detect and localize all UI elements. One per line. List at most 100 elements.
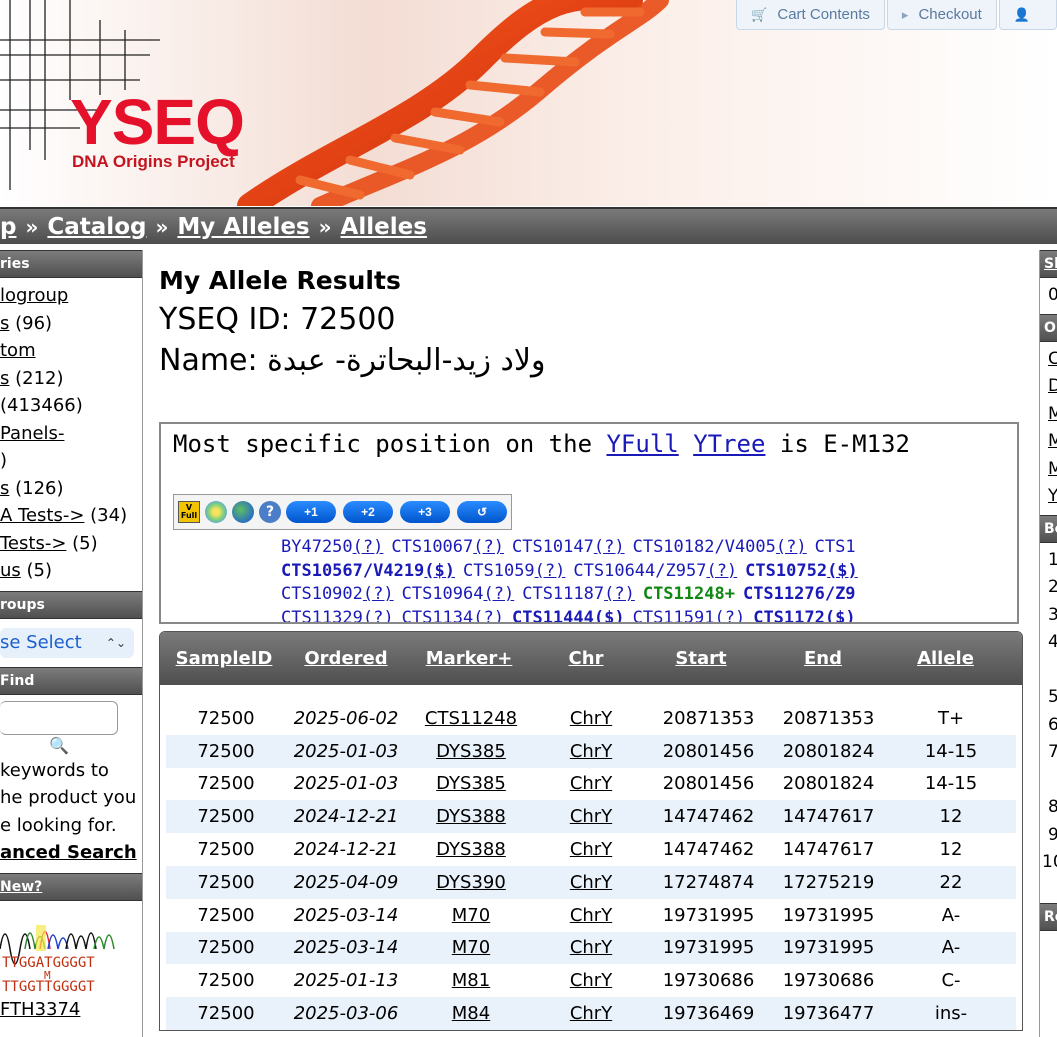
snp-marker[interactable]: CTS11276/Z9 xyxy=(743,584,856,604)
marker-link[interactable]: DYS385 xyxy=(436,773,506,794)
new-product-link[interactable]: FTH3374 xyxy=(0,999,142,1020)
right-list-link[interactable]: M xyxy=(1048,431,1057,451)
marker-cell[interactable]: DYS388 xyxy=(406,839,536,860)
chr-cell[interactable]: ChrY xyxy=(536,839,646,860)
reset-button[interactable]: ↺ xyxy=(457,501,507,523)
right-list-item[interactable]: C xyxy=(1048,346,1057,374)
snp-tag-link[interactable]: (?) xyxy=(473,608,504,623)
snp-marker[interactable]: CTS11591(?) xyxy=(633,608,746,623)
snp-marker[interactable]: CTS10964(?) xyxy=(402,584,515,604)
category-item[interactable]: Tests-> (5) xyxy=(0,530,142,558)
marker-cell[interactable]: DYS385 xyxy=(406,773,536,794)
sort-link[interactable]: Start xyxy=(675,648,726,669)
chr-cell[interactable]: ChrY xyxy=(536,806,646,827)
snp-marker[interactable]: CTS10567/V4219($) xyxy=(281,561,455,581)
sort-link[interactable]: End xyxy=(804,648,842,669)
category-link[interactable]: s xyxy=(0,368,9,389)
chr-link[interactable]: ChrY xyxy=(570,839,612,860)
chr-cell[interactable]: ChrY xyxy=(536,1003,646,1024)
category-item[interactable]: Panels- xyxy=(0,420,142,448)
marker-cell[interactable]: M70 xyxy=(406,937,536,958)
category-link[interactable]: s xyxy=(0,313,9,334)
chr-cell[interactable]: ChrY xyxy=(536,872,646,893)
category-item[interactable]: s (126) xyxy=(0,475,142,503)
snp-marker[interactable]: CTS10752($) xyxy=(745,561,858,581)
column-header-end[interactable]: End xyxy=(764,648,882,669)
right-list-item[interactable]: M xyxy=(1048,401,1057,429)
expand-3-button[interactable]: +3 xyxy=(400,501,450,523)
snp-tag-link[interactable]: (?) xyxy=(363,608,394,623)
snp-tag-link[interactable]: (?) xyxy=(363,584,394,604)
breadcrumb-my-alleles[interactable]: My Alleles xyxy=(177,214,309,240)
category-link[interactable]: Tests-> xyxy=(0,533,66,554)
snp-tag-link[interactable]: (?) xyxy=(706,561,737,581)
right-list-link[interactable]: D xyxy=(1048,376,1057,396)
snp-tag-link[interactable]: (?) xyxy=(714,608,745,623)
category-item[interactable]: us (5) xyxy=(0,557,142,585)
chr-link[interactable]: ChrY xyxy=(570,806,612,827)
marker-link[interactable]: DYS390 xyxy=(436,872,506,893)
expand-2-button[interactable]: +2 xyxy=(343,501,393,523)
snp-tag-link[interactable]: (?) xyxy=(353,537,384,557)
snp-marker[interactable]: CTS11248+ xyxy=(643,584,735,604)
help-icon[interactable]: ? xyxy=(259,501,281,523)
chr-cell[interactable]: ChrY xyxy=(536,937,646,958)
marker-link[interactable]: M81 xyxy=(452,970,490,991)
expand-1-button[interactable]: +1 xyxy=(286,501,336,523)
chr-link[interactable]: ChrY xyxy=(570,773,612,794)
marker-link[interactable]: CTS11248 xyxy=(425,708,517,729)
marker-link[interactable]: M70 xyxy=(452,905,490,926)
category-link[interactable]: logroup xyxy=(0,285,68,306)
right-list-item[interactable]: Y xyxy=(1048,483,1057,511)
breadcrumb-catalog[interactable]: Catalog xyxy=(47,214,146,240)
right-list-item[interactable]: D xyxy=(1048,373,1057,401)
snp-marker[interactable]: CTS1 xyxy=(815,537,856,557)
chr-link[interactable]: ChrY xyxy=(570,1003,612,1024)
snp-tag-link[interactable]: ($) xyxy=(424,561,455,581)
snp-marker[interactable]: CTS11444($) xyxy=(512,608,625,623)
snp-marker[interactable]: CTS10644/Z957(?) xyxy=(573,561,737,581)
column-header-start[interactable]: Start xyxy=(638,648,764,669)
sort-link[interactable]: Chr xyxy=(569,648,604,669)
marker-link[interactable]: DYS388 xyxy=(436,839,506,860)
right-list-item[interactable]: M xyxy=(1048,428,1057,456)
search-icon[interactable]: 🔍 xyxy=(0,735,118,757)
snp-tag-link[interactable]: (?) xyxy=(484,584,515,604)
category-item[interactable]: A Tests-> (34) xyxy=(0,502,142,530)
heatmap-icon[interactable] xyxy=(205,501,227,523)
column-header-marker[interactable]: Marker+ xyxy=(404,648,534,669)
category-item[interactable]: s (212) xyxy=(0,365,142,393)
category-link[interactable]: tom xyxy=(0,340,36,361)
sort-link[interactable]: Allele xyxy=(917,648,974,669)
category-item[interactable]: logroup xyxy=(0,282,142,310)
snp-tag-link[interactable]: (?) xyxy=(604,584,635,604)
chr-link[interactable]: ChrY xyxy=(570,708,612,729)
right-list-item[interactable]: M xyxy=(1048,456,1057,484)
marker-cell[interactable]: DYS388 xyxy=(406,806,536,827)
chr-link[interactable]: ChrY xyxy=(570,970,612,991)
cart-contents-button[interactable]: 🛒 Cart Contents xyxy=(736,0,885,30)
category-link[interactable]: Panels- xyxy=(0,423,64,444)
snp-tag-link[interactable]: ($) xyxy=(594,608,625,623)
marker-link[interactable]: M70 xyxy=(452,937,490,958)
marker-cell[interactable]: CTS11248 xyxy=(406,708,536,729)
chr-cell[interactable]: ChrY xyxy=(536,905,646,926)
marker-cell[interactable]: M84 xyxy=(406,1003,536,1024)
logo-text[interactable]: YSEQ xyxy=(70,90,245,154)
marker-link[interactable]: DYS388 xyxy=(436,806,506,827)
snp-marker[interactable]: CTS11329(?) xyxy=(281,608,394,623)
snp-marker[interactable]: CTS10147(?) xyxy=(512,537,625,557)
snp-tag-link[interactable]: ($) xyxy=(825,608,856,623)
right-list-link[interactable]: Y xyxy=(1048,486,1057,506)
right-list-link[interactable]: M xyxy=(1048,459,1057,479)
marker-cell[interactable]: DYS385 xyxy=(406,741,536,762)
column-header-ordered[interactable]: Ordered xyxy=(288,648,404,669)
marker-cell[interactable]: DYS390 xyxy=(406,872,536,893)
marker-link[interactable]: M84 xyxy=(452,1003,490,1024)
right-list-link[interactable]: C xyxy=(1048,349,1057,369)
advanced-search-link[interactable]: anced Search xyxy=(0,842,137,863)
snp-marker[interactable]: CTS1059(?) xyxy=(463,561,565,581)
column-header-allele[interactable]: Allele xyxy=(882,648,1009,669)
chr-link[interactable]: ChrY xyxy=(570,741,612,762)
chr-link[interactable]: ChrY xyxy=(570,937,612,958)
